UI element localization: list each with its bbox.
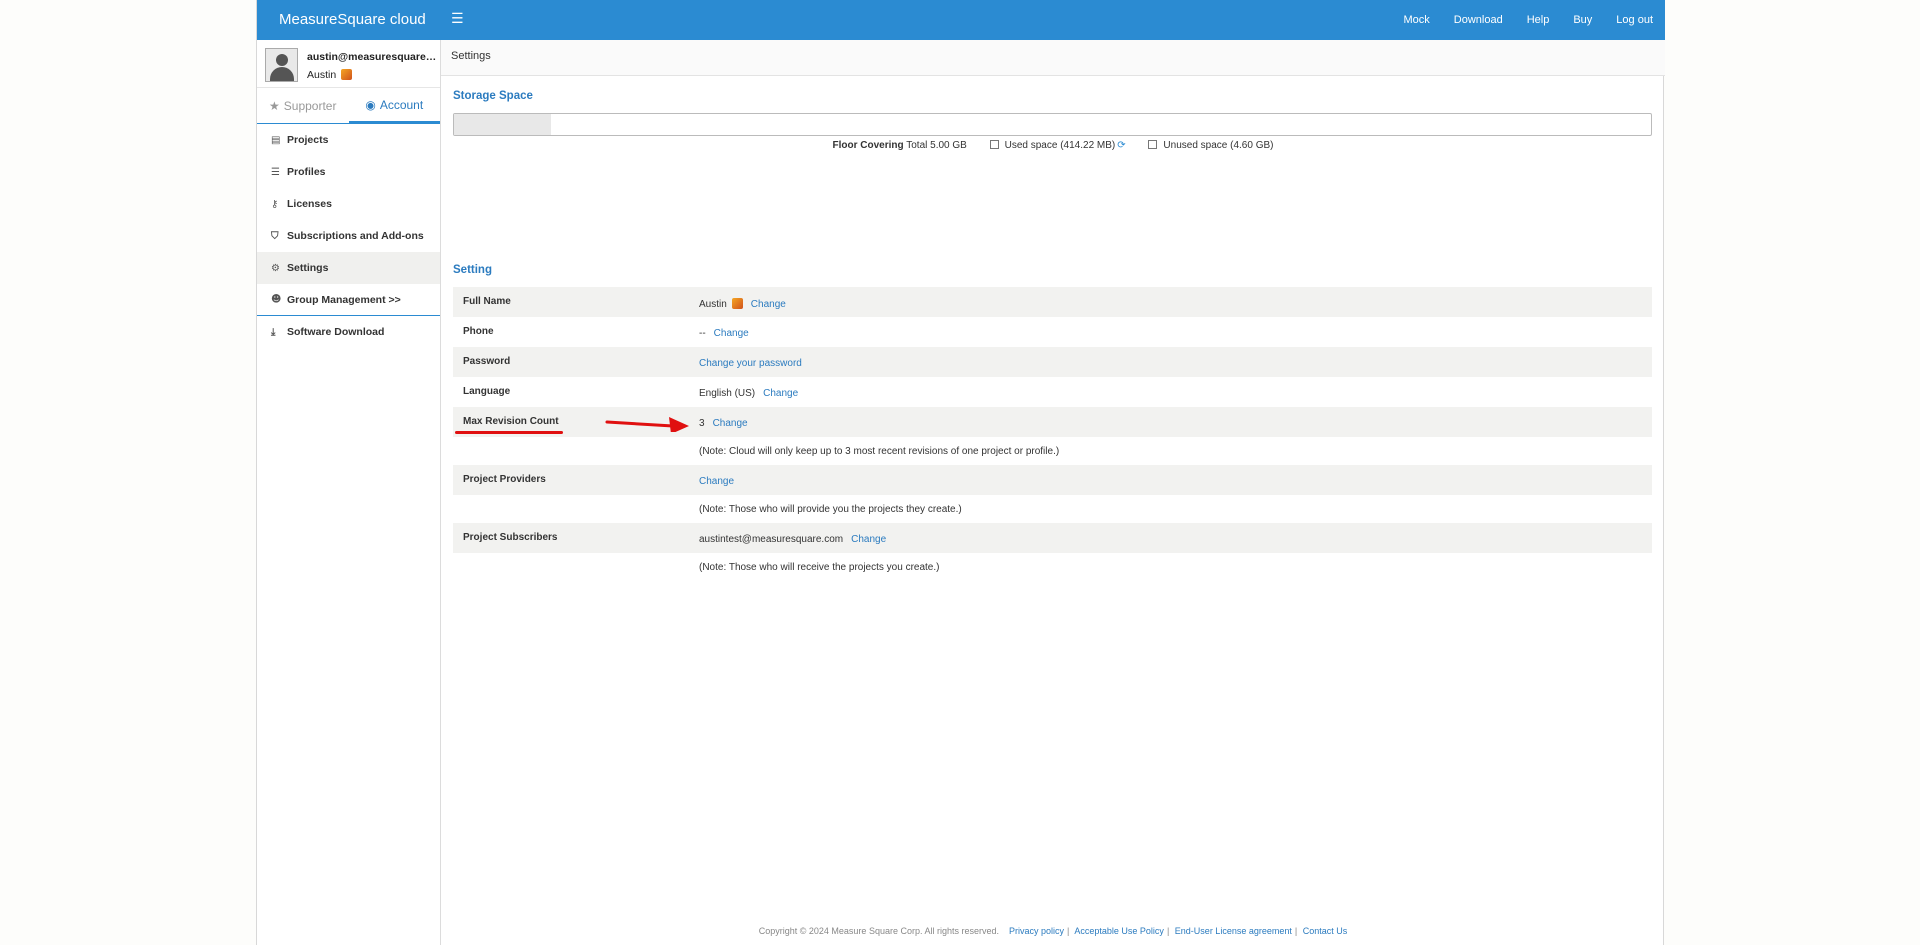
annotation-underline: [455, 431, 563, 434]
contact-us-link[interactable]: Contact Us: [1303, 926, 1348, 936]
storage-progress-bar: [453, 113, 1652, 136]
unused-space-checkbox[interactable]: [1148, 140, 1158, 149]
setting-row-phone: Phone -- Change: [453, 317, 1652, 347]
copyright-text: Copyright © 2024 Measure Square Corp. Al…: [758, 926, 999, 936]
sidebar-tabs: ★ Supporter ◉ Account: [257, 88, 440, 124]
setting-note-max-revision: (Note: Cloud will only keep up to 3 most…: [453, 437, 1652, 465]
max-revision-note: (Note: Cloud will only keep up to 3 most…: [699, 446, 1060, 457]
storage-section-title: Storage Space: [453, 90, 533, 102]
full-name-label: Full Name: [463, 296, 511, 307]
storage-total: Total 5.00 GB: [906, 140, 967, 151]
storage-used-fill: [454, 114, 551, 135]
sidebar-item-software-download[interactable]: ⤓ Software Download: [257, 316, 440, 348]
top-navbar: MeasureSquare cloud ☰ Mock Download Help…: [257, 0, 1665, 40]
sidebar-item-profiles[interactable]: ☰ Profiles: [257, 156, 440, 188]
refresh-icon[interactable]: ⟳: [1117, 140, 1125, 151]
star-icon: ★: [269, 98, 280, 113]
tab-supporter[interactable]: ★ Supporter: [257, 88, 349, 123]
nav-help-link[interactable]: Help: [1527, 14, 1550, 26]
database-icon: ☰: [271, 166, 280, 178]
used-space-checkbox[interactable]: [989, 140, 999, 149]
setting-section-title: Setting: [453, 264, 492, 276]
change-project-subscribers-link[interactable]: Change: [851, 534, 886, 545]
phone-value: -- Change: [699, 328, 749, 339]
project-subscribers-value: austintest@measuresquare.com Change: [699, 534, 887, 545]
file-icon: ▤: [271, 134, 281, 146]
settings-table: Full Name Austin Change Phone -- Change Pa…: [453, 287, 1652, 581]
setting-row-max-revision: Max Revision Count 3 Change: [453, 407, 1652, 437]
change-password-link[interactable]: Change your password: [699, 358, 802, 369]
setting-row-project-subscribers: Project Subscribers austintest@measuresq…: [453, 523, 1652, 553]
full-name-value: Austin Change: [699, 298, 786, 310]
unused-space-label: Unused space (4.60 GB): [1163, 140, 1274, 151]
annotation-arrow: [605, 417, 689, 432]
change-language-link[interactable]: Change: [763, 388, 798, 399]
change-max-revision-link[interactable]: Change: [713, 418, 748, 429]
sidebar-item-licenses[interactable]: ⚷ Licenses: [257, 188, 440, 220]
sidebar: austin@measuresquare.c... Austin ★ Suppor…: [257, 40, 441, 945]
max-revision-label: Max Revision Count: [463, 416, 559, 427]
user-name: Austin: [307, 69, 337, 81]
nav-logout-link[interactable]: Log out: [1616, 14, 1653, 26]
footer: Copyright © 2024 Measure Square Corp. Al…: [758, 926, 1348, 936]
setting-note-subscribers: (Note: Those who will receive the projec…: [453, 553, 1652, 581]
sidebar-item-subscriptions[interactable]: ⛉ Subscriptions and Add-ons: [257, 220, 440, 252]
setting-row-language: Language English (US) Change: [453, 377, 1652, 407]
phone-label: Phone: [463, 326, 494, 337]
user-name-line: Austin: [307, 69, 353, 81]
language-label: Language: [463, 386, 511, 397]
main-content: Settings Storage Space Floor Covering To…: [441, 40, 1665, 945]
hamburger-icon[interactable]: ☰: [451, 11, 464, 27]
user-email: austin@measuresquare.c...: [307, 51, 437, 63]
storage-product: Floor Covering: [832, 140, 904, 151]
gear-icon: ⚙: [271, 262, 280, 274]
change-phone-link[interactable]: Change: [714, 328, 749, 339]
password-label: Password: [463, 356, 511, 367]
brand-logo[interactable]: MeasureSquare cloud: [279, 11, 426, 28]
sidebar-item-projects[interactable]: ▤ Projects: [257, 124, 440, 156]
sidebar-item-group-management[interactable]: ☻ Group Management >>: [257, 284, 440, 316]
max-revision-value: 3 Change: [699, 418, 748, 429]
nav-buy-link[interactable]: Buy: [1573, 14, 1592, 26]
users-icon: ☻: [271, 294, 282, 305]
breadcrumb: Settings: [441, 40, 1665, 76]
setting-note-providers: (Note: Those who will provide you the pr…: [453, 495, 1652, 523]
setting-row-project-providers: Project Providers Change: [453, 465, 1652, 495]
emoji-icon: [731, 298, 743, 309]
acceptable-use-link[interactable]: Acceptable Use Policy: [1074, 926, 1164, 936]
nav-download-link[interactable]: Download: [1454, 14, 1503, 26]
project-providers-label: Project Providers: [463, 474, 546, 485]
project-subscribers-label: Project Subscribers: [463, 532, 558, 543]
privacy-policy-link[interactable]: Privacy policy: [1009, 926, 1064, 936]
download-icon: ⤓: [271, 326, 276, 338]
emoji-icon: [341, 69, 353, 80]
key-icon: ⚷: [271, 198, 279, 210]
setting-row-full-name: Full Name Austin Change: [453, 287, 1652, 317]
subscribers-note: (Note: Those who will receive the projec…: [699, 562, 940, 573]
top-nav-links: Mock Download Help Buy Log out: [1380, 0, 1654, 40]
language-value: English (US) Change: [699, 388, 799, 399]
nav-mock-link[interactable]: Mock: [1404, 14, 1430, 26]
user-profile: austin@measuresquare.c... Austin: [257, 40, 440, 88]
tab-account[interactable]: ◉ Account: [348, 88, 440, 123]
user-circle-icon: ◉: [365, 97, 376, 112]
app-shell: MeasureSquare cloud ☰ Mock Download Help…: [256, 0, 1665, 945]
change-project-providers-link[interactable]: Change: [699, 476, 734, 487]
avatar[interactable]: [265, 48, 298, 82]
setting-row-password: Password Change your password: [453, 347, 1652, 377]
sidebar-item-settings[interactable]: ⚙ Settings: [257, 252, 440, 284]
eula-link[interactable]: End-User License agreement: [1175, 926, 1292, 936]
storage-legend: Floor Covering Total 5.00 GB Used space …: [441, 140, 1665, 151]
tags-icon: ⛉: [271, 230, 279, 242]
providers-note: (Note: Those who will provide you the pr…: [699, 504, 962, 515]
change-full-name-link[interactable]: Change: [751, 299, 786, 310]
used-space-label: Used space (414.22 MB): [1004, 140, 1116, 151]
